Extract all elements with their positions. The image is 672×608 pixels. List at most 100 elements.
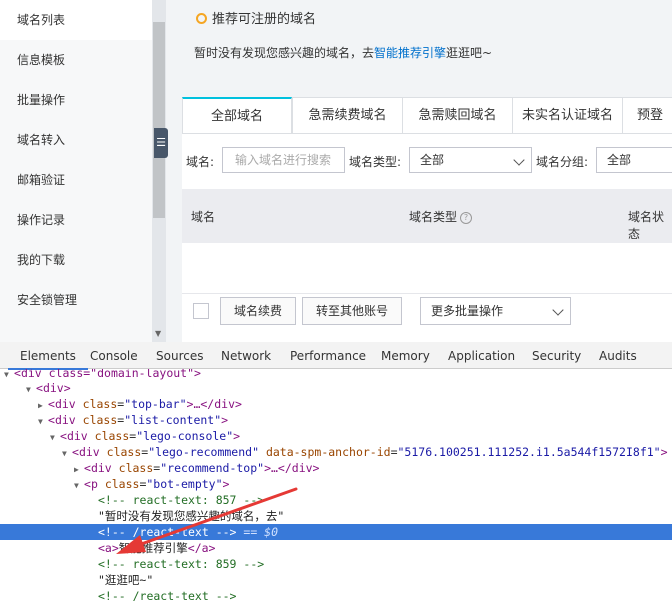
tab-network[interactable]: Network [221,342,271,368]
dom-attr-value: "bot-empty" [146,477,223,491]
domain-type-select[interactable]: 全部 [409,147,532,173]
dom-node[interactable]: <a>智能推荐引擎</a> [0,540,672,556]
sidebar-item-info-template[interactable]: 信息模板 [0,40,152,80]
tab-memory[interactable]: Memory [381,342,430,368]
dom-node-tag: div [54,413,76,427]
devtools-panel: Elements Console Sources Network Perform… [0,342,672,608]
recommend-empty-message: 暂时没有发现您感兴趣的域名，去智能推荐引擎逛逛吧~ [194,44,492,61]
dom-attr-name: class [82,397,118,411]
help-icon[interactable]: ? [460,212,473,224]
dom-attr-name: class [106,445,142,459]
domain-type-value: 全部 [420,153,445,167]
devtools-tabs: Elements Console Sources Network Perform… [0,342,672,370]
dom-node[interactable]: ▼ <p class="bot-empty"> [0,476,672,492]
dom-text: "逛逛吧~" [98,573,154,587]
scrollbar-thumb[interactable] [153,22,165,218]
dom-comment-node[interactable]: <!-- react-text: 859 --> [0,556,672,572]
dom-text-node[interactable]: "逛逛吧~" [0,572,672,588]
bulk-action-bar: 域名续费 转至其他账号 更多批量操作 [182,295,672,331]
domain-search-input[interactable]: 输入域名进行搜索 [222,147,345,173]
dom-text: "暂时没有发现您感兴趣的域名，去" [98,509,285,523]
tab-preregister[interactable]: 预登 [622,97,672,133]
dom-node[interactable]: ▼ <div> [0,380,672,396]
tab-audits[interactable]: Audits [599,342,637,368]
dom-comment: <!-- /react-text --> [98,589,237,603]
dom-text-node[interactable]: "暂时没有发现您感兴趣的域名，去" [0,508,672,524]
tab-console[interactable]: Console [90,342,138,368]
domain-list-panel: 全部域名 急需续费域名 急需赎回域名 未实名认证域名 预登 域名: 输入域名进行… [182,97,672,342]
sidebar-item-domain-transfer-in[interactable]: 域名转入 [0,120,152,160]
dom-attr-value: "top-bar" [124,397,187,411]
tab-redeem-urgent[interactable]: 急需赎回域名 [402,97,513,133]
recommend-title-text: 推荐可注册的域名 [212,12,317,27]
dom-attr-name: class [118,461,154,475]
chevron-down-icon [552,304,564,316]
sidebar-item-batch-operations[interactable]: 批量操作 [0,80,152,120]
sidebar-item-my-downloads[interactable]: 我的下载 [0,240,152,280]
column-domain-type[interactable]: 域名类型? [409,208,473,225]
scroll-down-arrow-icon[interactable]: ▼ [155,329,161,338]
select-all-checkbox[interactable] [193,303,209,319]
dom-comment: <!-- react-text: 859 --> [98,557,265,571]
domain-tabs: 全部域名 急需续费域名 急需赎回域名 未实名认证域名 预登 [182,97,672,134]
renew-domain-button[interactable]: 域名续费 [220,297,296,325]
dom-comment-node[interactable]: <!-- /react-text --> [0,588,672,604]
domain-group-value: 全部 [607,153,632,167]
tab-performance[interactable]: Performance [290,342,366,368]
magnifier-icon [196,13,207,24]
dom-node-tag: div [90,461,112,475]
dom-node-tag: div [66,429,88,443]
sidebar-item-security-lock[interactable]: 安全锁管理 [0,280,152,320]
column-domain[interactable]: 域名 [191,208,215,225]
domain-filter-label: 域名: [186,155,215,169]
domain-type-label: 域名类型: [349,155,402,169]
sidebar-scrollbar[interactable]: ▼ [152,0,166,342]
dom-node[interactable]: ▼ <div class="list-content"> [0,412,672,428]
tab-all-domains[interactable]: 全部域名 [182,97,292,133]
dom-comment: <!-- react-text: 857 --> [98,493,265,507]
domain-console: 域名列表 信息模板 批量操作 域名转入 邮箱验证 操作记录 我的下载 安全锁管理… [0,0,672,342]
dom-attr-value: "recommend-top" [160,461,265,475]
dom-tree: ▼ <div class="domain-layout"> ▼ <div> ▶ <di… [0,369,672,608]
list-collapse-icon[interactable]: ☰ [154,128,168,158]
recommend-body-text: 暂时没有发现您感兴趣的域名，去 [194,46,375,60]
dom-attr-value: "lego-recommend" [148,445,259,459]
domain-group-label: 域名分组: [536,155,589,169]
sidebar-item-operation-log[interactable]: 操作记录 [0,200,152,240]
chevron-down-icon [513,154,525,166]
dom-attr-name: class [104,477,140,491]
tab-elements[interactable]: Elements [8,342,88,370]
sidebar-item-domain-list[interactable]: 域名列表 [0,0,152,40]
table-body-empty [182,243,672,294]
tab-application[interactable]: Application [448,342,515,368]
dom-node-tag: div [42,381,64,395]
dom-text: 智能推荐引擎 [118,541,188,555]
dom-attr-value: "5176.100251.111252.i1.5a544f1572I8f1" [397,445,661,459]
dom-node-tag: div [54,397,76,411]
dom-node-tag: div [78,445,100,459]
recommend-section: 推荐可注册的域名 暂时没有发现您感兴趣的域名，去智能推荐引擎逛逛吧~ [182,0,672,78]
dom-selected-node[interactable]: <!-- /react-text --> == $0 [0,524,672,540]
dom-node[interactable]: ▶ <div class="top-bar">…</div> [0,396,672,412]
tab-renew-urgent[interactable]: 急需续费域名 [292,97,403,133]
dom-comment-node[interactable]: <!-- react-text: 857 --> [0,492,672,508]
transfer-account-button[interactable]: 转至其他账号 [302,297,402,325]
sidebar-item-email-verification[interactable]: 邮箱验证 [0,160,152,200]
dom-node[interactable]: ▼ <div class="lego-console"> [0,428,672,444]
dom-node-tag: p [90,477,98,491]
tab-unverified[interactable]: 未实名认证域名 [512,97,623,133]
column-domain-status[interactable]: 域名状态 [628,208,672,242]
dom-selected-marker: == $0 [236,525,279,539]
dom-attr-value: "list-content" [124,413,222,427]
tab-security[interactable]: Security [532,342,581,368]
smart-recommend-link[interactable]: 智能推荐引擎 [374,46,446,60]
sidebar: 域名列表 信息模板 批量操作 域名转入 邮箱验证 操作记录 我的下载 安全锁管理 [0,0,152,342]
dom-comment: <!-- /react-text --> [98,525,237,539]
dom-node[interactable]: ▶ <div class="recommend-top">…</div> [0,460,672,476]
recommend-body-suffix: 逛逛吧~ [446,46,493,60]
domain-group-select[interactable]: 全部 [596,147,672,173]
more-bulk-actions-select[interactable]: 更多批量操作 [420,297,571,325]
dom-attr-name: class [82,413,118,427]
dom-node[interactable]: ▼ <div class="lego-recommend" data-spm-an… [0,444,672,460]
tab-sources[interactable]: Sources [156,342,203,368]
